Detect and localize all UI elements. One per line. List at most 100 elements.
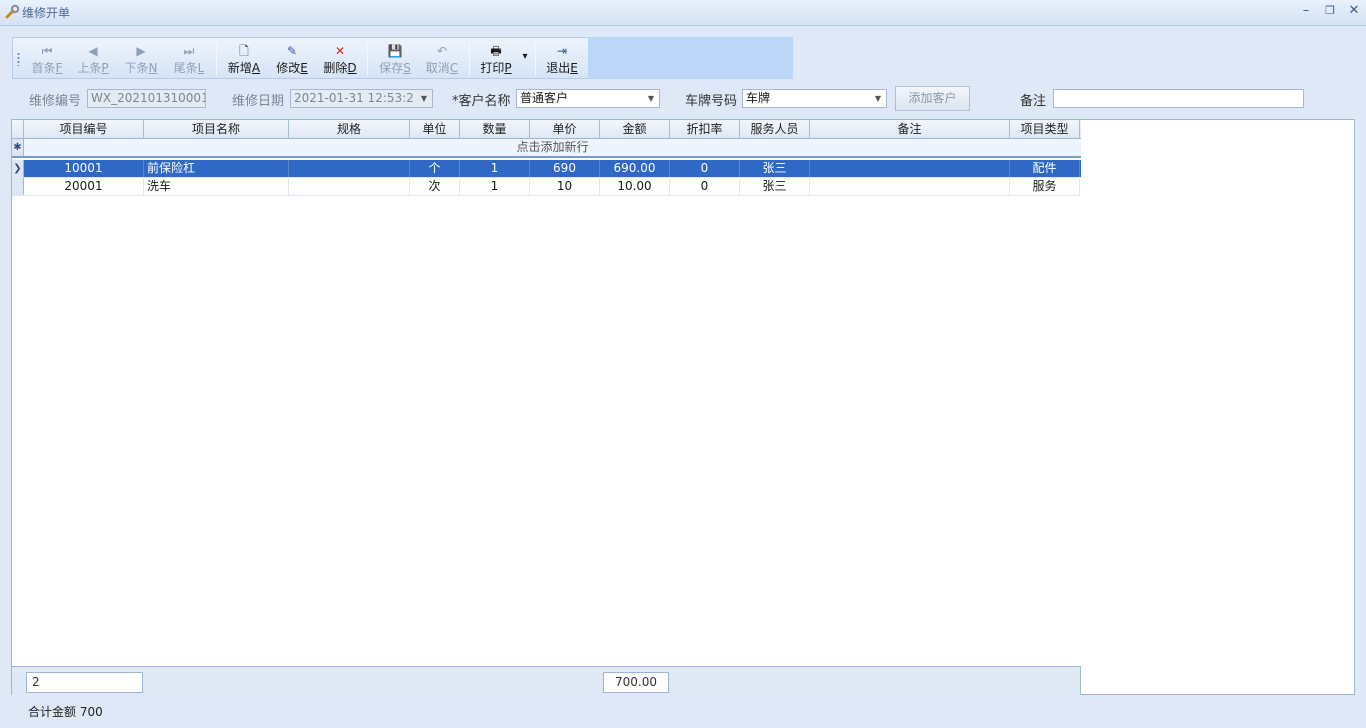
delete-button[interactable]: ✕ 删除D [319, 40, 361, 78]
repair-date-value: 2021-01-31 12:53:2 [294, 91, 414, 105]
table-row[interactable]: 20001 洗车 次 1 10 10.00 0 张三 服务 [12, 178, 1081, 196]
title-bar: 维修开单 – ❐ ✕ [0, 0, 1366, 26]
next-record-icon: ▶ [136, 44, 146, 58]
column-header-amount[interactable]: 金额 [600, 120, 670, 138]
add-customer-button[interactable]: 添加客户 [895, 86, 970, 111]
last-record-key: L [197, 61, 205, 75]
new-row-marker-icon: ✱ [12, 139, 24, 156]
last-record-label: 尾条 [173, 61, 198, 75]
cell-amount[interactable]: 10.00 [600, 178, 670, 195]
order-no-field[interactable]: WX_202101310001 [87, 89, 206, 108]
toolbar: ⏮ 首条F ◀ 上条P ▶ 下条N ⏭ 尾条L 🗋 新增A ✎ 修改E ✕ 删除… [12, 37, 588, 79]
remark-input[interactable] [1053, 89, 1304, 108]
table-row[interactable]: ❯ 10001 前保险杠 个 1 690 690.00 0 张三 配件 [12, 160, 1081, 178]
cell-spec[interactable] [289, 178, 410, 195]
column-header-item-code[interactable]: 项目编号 [24, 120, 144, 138]
chevron-down-icon[interactable]: ▼ [643, 90, 659, 107]
prev-record-button[interactable]: ◀ 上条P [73, 40, 113, 78]
toolbar-separator [535, 42, 536, 76]
column-header-unit[interactable]: 单位 [410, 120, 460, 138]
last-record-button[interactable]: ⏭ 尾条L [169, 40, 209, 78]
cell-unit-price[interactable]: 690 [530, 160, 600, 177]
column-header-discount[interactable]: 折扣率 [670, 120, 740, 138]
cell-item-name[interactable]: 洗车 [144, 178, 289, 195]
save-button[interactable]: 💾 保存S [374, 40, 416, 78]
cancel-button[interactable]: ↶ 取消C [421, 40, 463, 78]
new-button[interactable]: 🗋 新增A [223, 40, 265, 78]
delete-icon: ✕ [334, 44, 346, 58]
repair-date-picker[interactable]: 2021-01-31 12:53:2 ▼ [290, 89, 433, 108]
prev-record-key: P [101, 61, 109, 75]
print-dropdown-arrow-icon[interactable]: ▾ [518, 40, 532, 78]
cell-staff[interactable]: 张三 [740, 160, 810, 177]
cell-remark[interactable] [810, 160, 1010, 177]
next-record-key: N [148, 61, 158, 75]
cell-item-type[interactable]: 服务 [1010, 178, 1080, 195]
cancel-label: 取消 [425, 61, 450, 75]
print-button[interactable]: 🖶 打印P [476, 40, 516, 78]
cell-staff[interactable]: 张三 [740, 178, 810, 195]
order-no-label: 维修编号 [29, 94, 82, 109]
new-document-icon: 🗋 [239, 44, 249, 58]
cell-item-name[interactable]: 前保险杠 [144, 160, 289, 177]
grid-footer: 2 700.00 [12, 666, 1081, 695]
first-record-button[interactable]: ⏮ 首条F [27, 40, 67, 78]
exit-label: 退出 [546, 61, 571, 75]
minimize-button[interactable]: – [1296, 2, 1316, 20]
cell-item-type[interactable]: 配件 [1010, 160, 1080, 177]
items-grid: 项目编号 项目名称 规格 单位 数量 单价 金额 折扣率 服务人员 备注 项目类型 ✱ 点击添加新行… [11, 119, 1355, 695]
wrench-icon [5, 4, 20, 19]
chevron-down-icon[interactable]: ▼ [870, 90, 886, 107]
chevron-down-icon[interactable]: ▼ [416, 90, 432, 107]
total-amount-status: 合计金额 700 [28, 705, 103, 719]
cell-remark[interactable] [810, 178, 1010, 195]
edit-label: 修改 [276, 61, 301, 75]
restore-button[interactable]: ❐ [1320, 2, 1340, 20]
cell-discount[interactable]: 0 [670, 178, 740, 195]
customer-name-label: *客户名称 [452, 94, 511, 109]
column-header-qty[interactable]: 数量 [460, 120, 530, 138]
last-record-icon: ⏭ [183, 44, 195, 58]
cell-item-code[interactable]: 10001 [24, 160, 144, 177]
plate-no-select[interactable]: 车牌 ▼ [742, 89, 887, 108]
cell-discount[interactable]: 0 [670, 160, 740, 177]
cell-amount[interactable]: 690.00 [600, 160, 670, 177]
toolbar-separator [367, 42, 368, 76]
column-header-remark[interactable]: 备注 [810, 120, 1010, 138]
column-header-unit-price[interactable]: 单价 [530, 120, 600, 138]
column-header-staff[interactable]: 服务人员 [740, 120, 810, 138]
column-header-item-name[interactable]: 项目名称 [144, 120, 289, 138]
column-header-spec[interactable]: 规格 [289, 120, 410, 138]
close-button[interactable]: ✕ [1344, 2, 1364, 20]
exit-icon: ⇥ [556, 44, 568, 58]
cell-unit-price[interactable]: 10 [530, 178, 600, 195]
plate-no-value: 车牌 [746, 91, 771, 105]
save-label: 保存 [379, 61, 404, 75]
cell-item-code[interactable]: 20001 [24, 178, 144, 195]
row-pointer-icon[interactable]: ❯ [12, 160, 24, 177]
edit-icon: ✎ [286, 44, 298, 58]
delete-label: 删除 [323, 61, 348, 75]
new-label: 新增 [227, 61, 252, 75]
plate-no-label: 车牌号码 [685, 94, 738, 109]
cell-spec[interactable] [289, 160, 410, 177]
first-record-icon: ⏮ [41, 44, 53, 58]
edit-button[interactable]: ✎ 修改E [271, 40, 313, 78]
footer-row-count: 2 [26, 672, 143, 693]
new-row[interactable]: ✱ 点击添加新行 [12, 139, 1081, 158]
exit-button[interactable]: ⇥ 退出E [541, 40, 583, 78]
cell-unit[interactable]: 次 [410, 178, 460, 195]
customer-name-value: 普通客户 [520, 91, 569, 105]
cell-qty[interactable]: 1 [460, 160, 530, 177]
grid-header: 项目编号 项目名称 规格 单位 数量 单价 金额 折扣率 服务人员 备注 项目类型 [12, 120, 1081, 139]
cell-qty[interactable]: 1 [460, 178, 530, 195]
next-record-label: 下条 [124, 61, 149, 75]
next-record-button[interactable]: ▶ 下条N [121, 40, 161, 78]
column-header-item-type[interactable]: 项目类型 [1010, 120, 1080, 138]
row-header[interactable] [12, 178, 24, 195]
cell-unit[interactable]: 个 [410, 160, 460, 177]
customer-name-select[interactable]: 普通客户 ▼ [516, 89, 660, 108]
exit-key: E [570, 61, 578, 75]
toolbar-empty-area [588, 37, 793, 79]
toolbar-grip[interactable] [17, 52, 20, 66]
